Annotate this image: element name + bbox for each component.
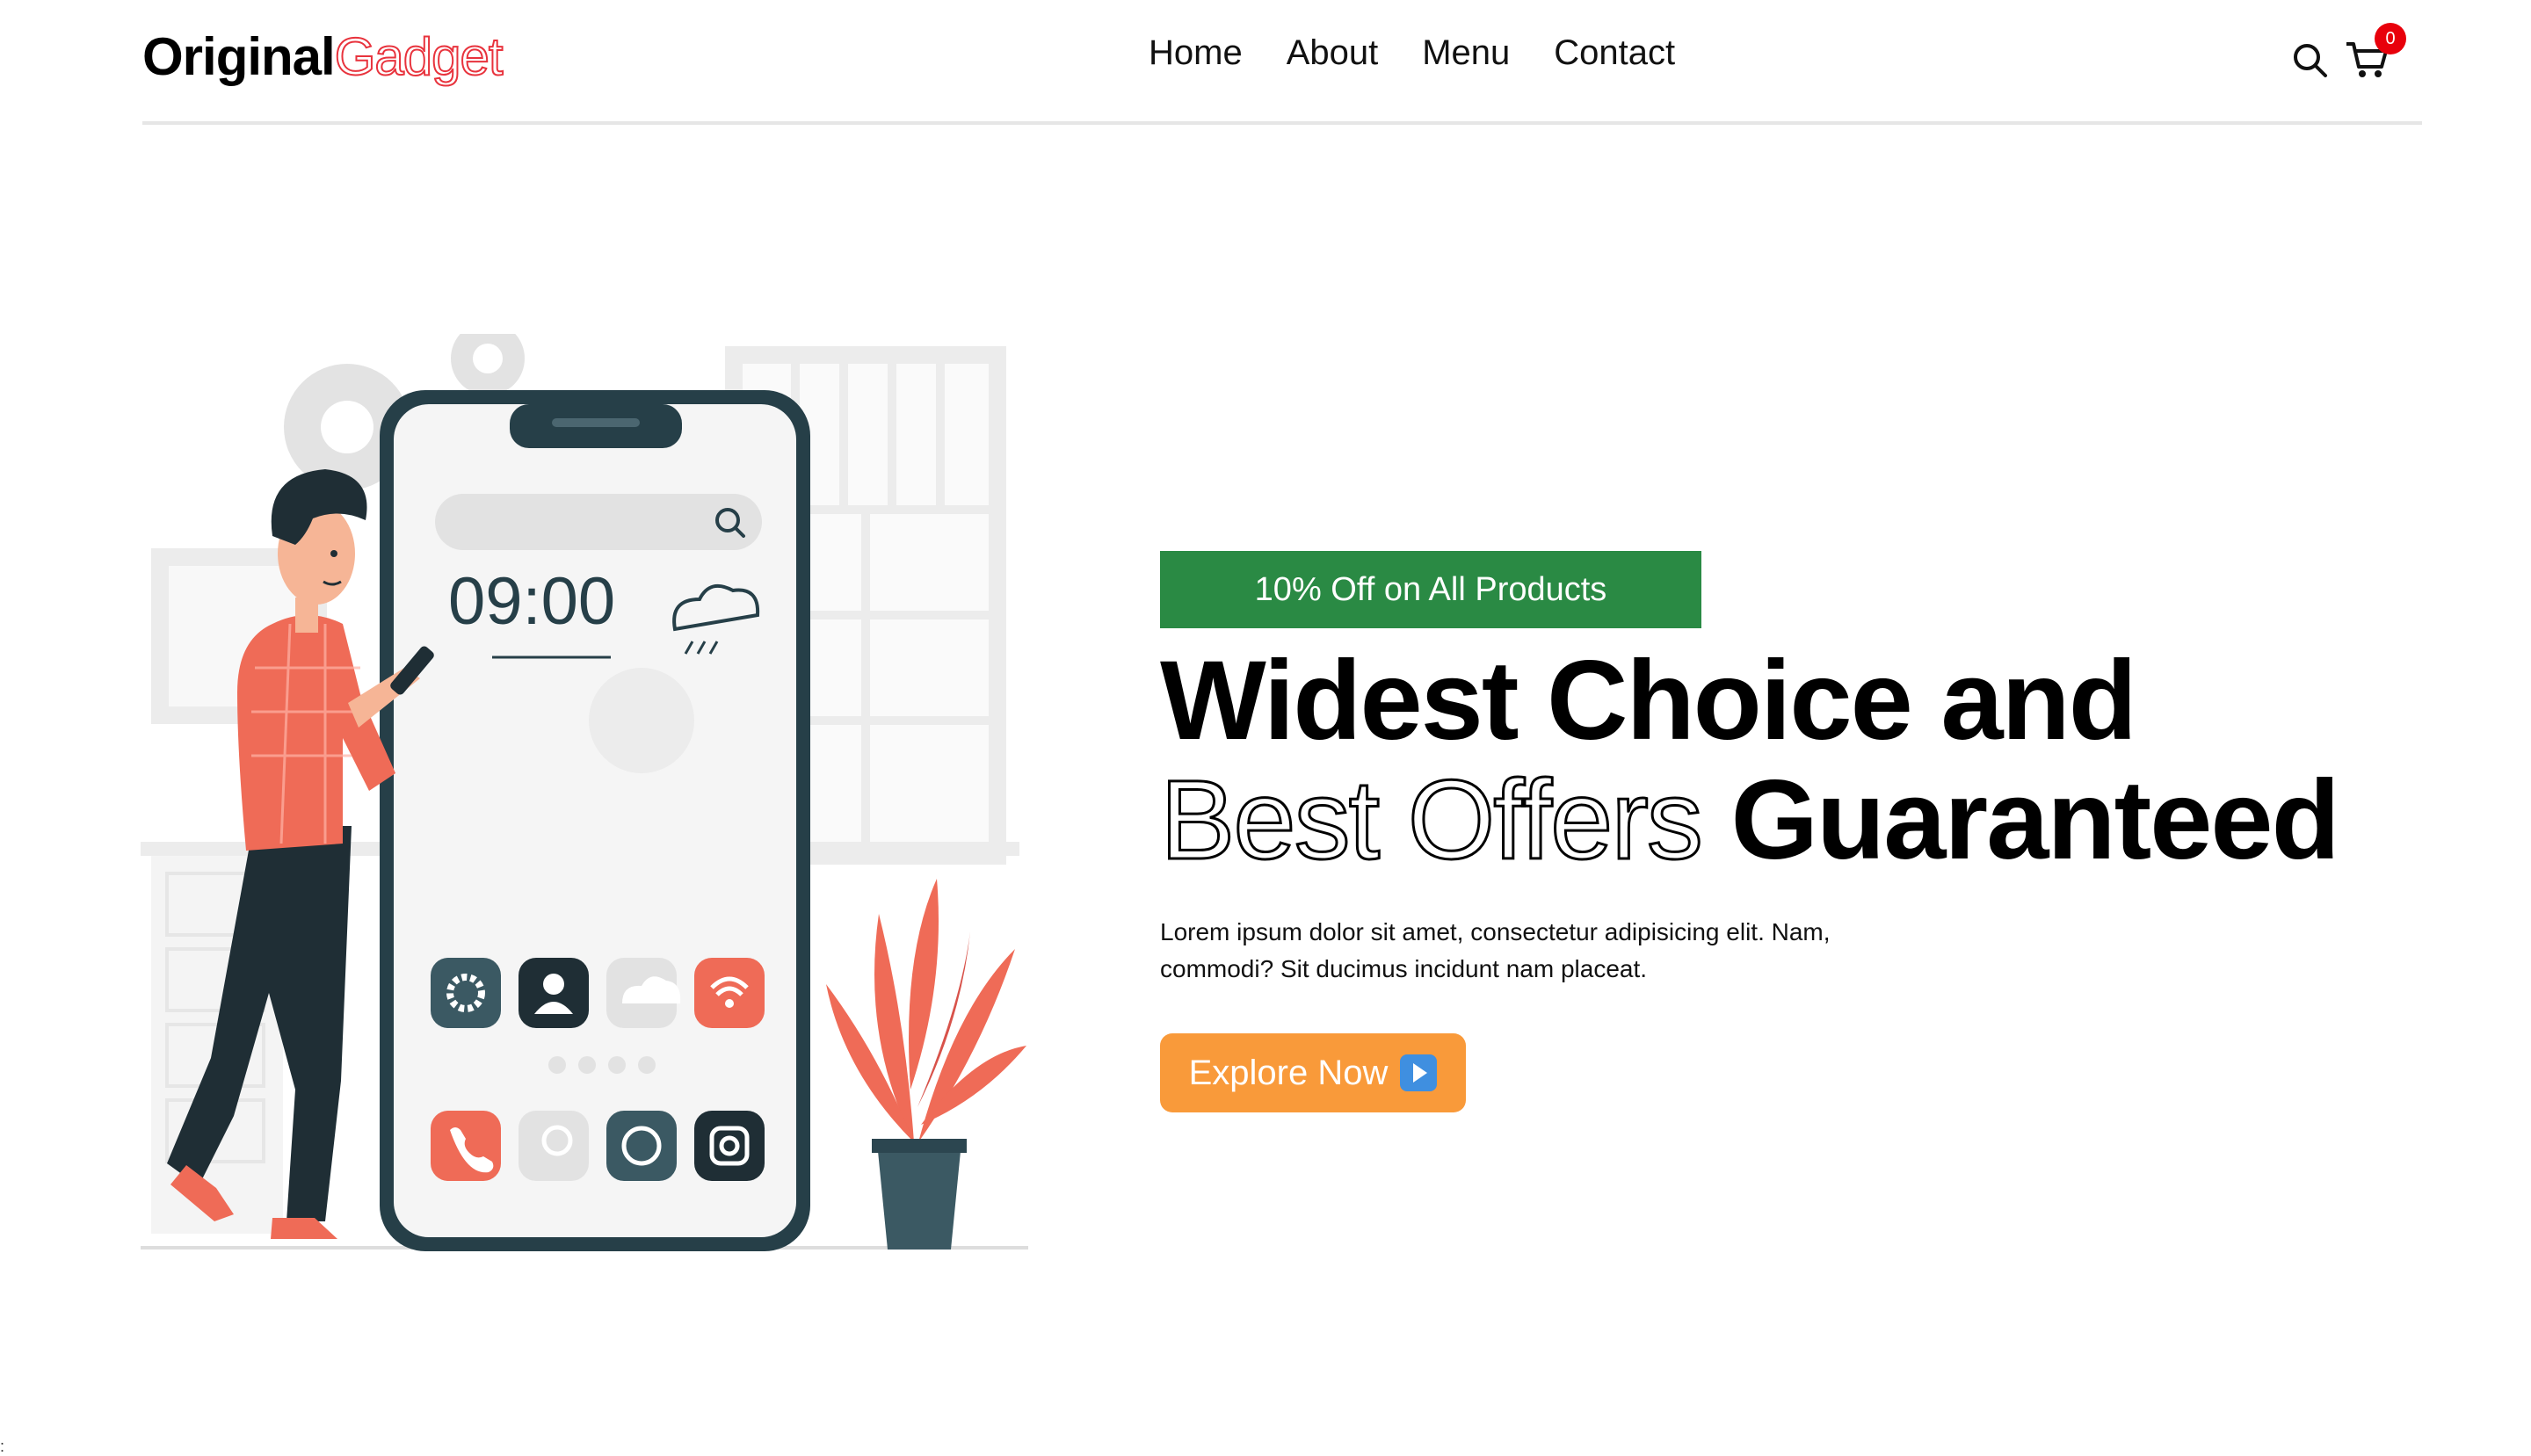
hero-title-outline: Best Offers (1159, 757, 1705, 883)
nav-link-contact[interactable]: Contact (1554, 33, 1675, 73)
hero-title-line1: Widest Choice and (1160, 638, 2137, 764)
nav-link-menu[interactable]: Menu (1422, 33, 1510, 73)
stray-text: : (0, 1438, 5, 1455)
hero-title-bold: Guaranteed (1730, 757, 2339, 883)
hero-description: Lorem ipsum dolor sit amet, consectetur … (1160, 918, 1831, 982)
navbar: OriginalGadget Home About Menu Contact 0 (142, 0, 2422, 125)
search-icon[interactable] (2290, 40, 2329, 79)
brand-logo[interactable]: OriginalGadget (142, 26, 504, 87)
play-icon (1400, 1054, 1438, 1091)
nav-links: Home About Menu Contact (1149, 33, 1719, 73)
brand-name-accent: Gadget (334, 26, 504, 87)
explore-now-label: Explore Now (1188, 1053, 1389, 1092)
phone-clock: 09:00 (448, 564, 615, 639)
hero-title: Widest Choice and Best Offers Guaranteed (1159, 638, 2340, 883)
explore-now-button[interactable]: Explore Now (1160, 1033, 1466, 1112)
brand-name-primary: Original (142, 27, 336, 86)
offer-badge: 10% Off on All Products (1160, 551, 1701, 628)
nav-icons: 0 (2290, 23, 2422, 84)
nav-link-about[interactable]: About (1287, 33, 1379, 73)
nav-link-home[interactable]: Home (1149, 33, 1243, 73)
cart-count-badge: 0 (2375, 23, 2406, 54)
hero-illustration: 09:00 (141, 322, 1037, 1265)
